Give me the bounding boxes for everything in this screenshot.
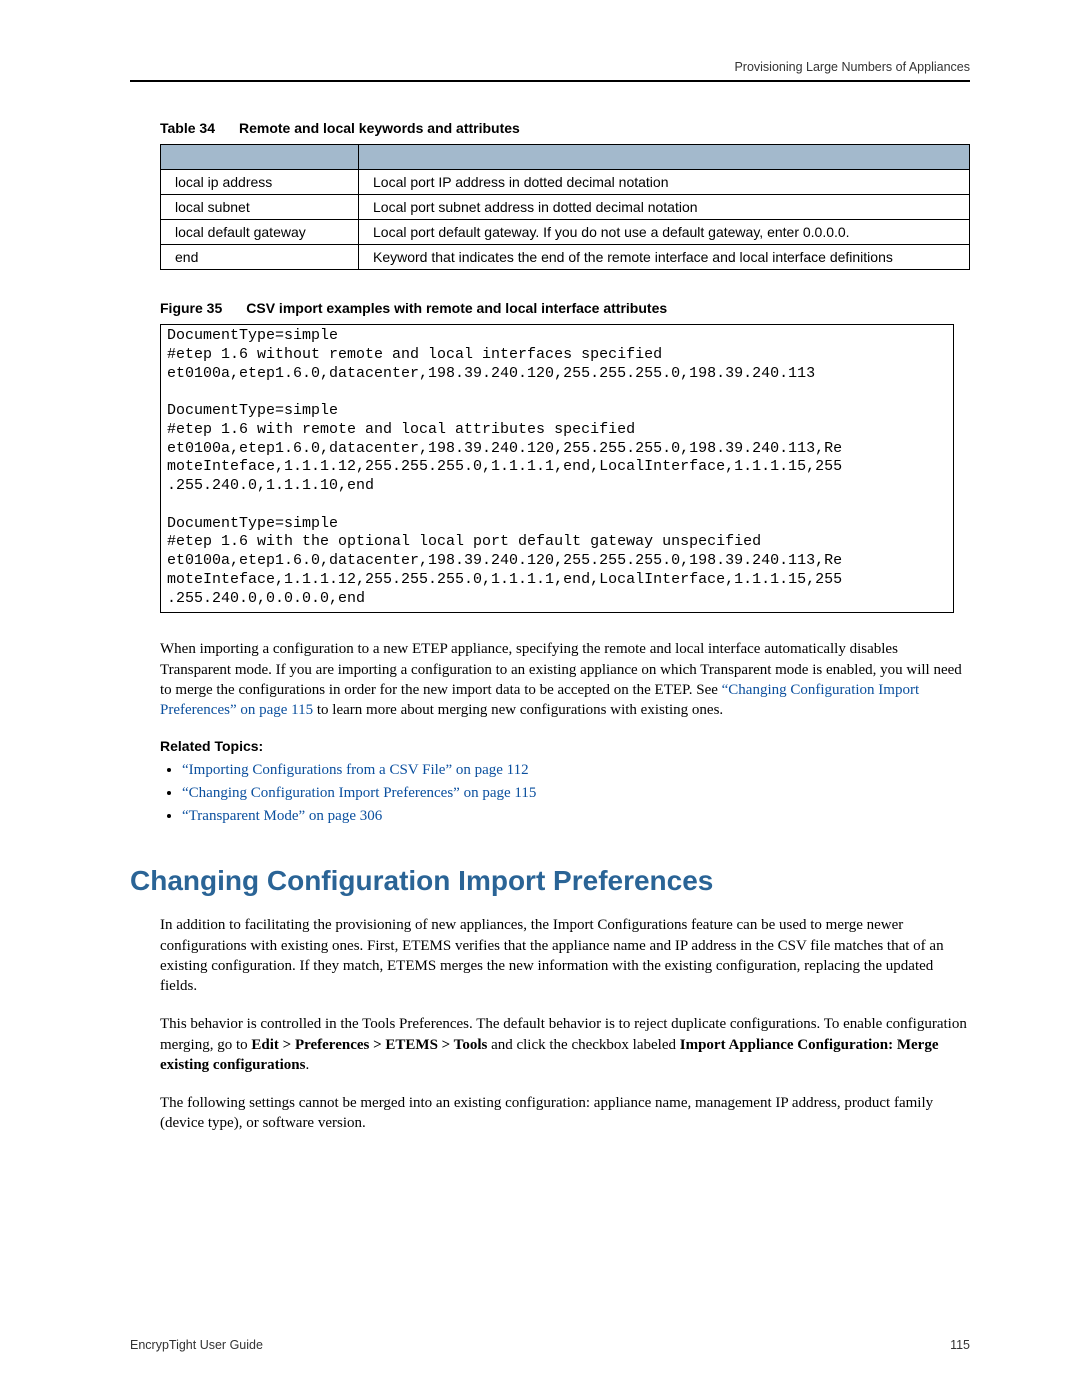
table-row: local subnet Local port subnet address i…	[161, 195, 970, 220]
paragraph: The following settings cannot be merged …	[160, 1093, 970, 1134]
text: and click the checkbox labeled	[487, 1037, 679, 1053]
keywords-table: local ip address Local port IP address i…	[160, 144, 970, 270]
table-row: end Keyword that indicates the end of th…	[161, 245, 970, 270]
related-topics-heading: Related Topics:	[160, 738, 970, 754]
paragraph: In addition to facilitating the provisio…	[160, 915, 970, 996]
cross-reference-link[interactable]: “Changing Configuration Import Preferenc…	[182, 785, 536, 801]
table-caption: Table 34 Remote and local keywords and at…	[160, 120, 970, 136]
keyword-cell: local subnet	[161, 195, 359, 220]
description-cell: Local port subnet address in dotted deci…	[359, 195, 970, 220]
keyword-cell: end	[161, 245, 359, 270]
page-number: 115	[950, 1338, 970, 1352]
paragraph: When importing a configuration to a new …	[160, 639, 970, 720]
table-header-cell	[161, 145, 359, 170]
table-title: Remote and local keywords and attributes	[239, 120, 520, 136]
cross-reference-link[interactable]: “Importing Configurations from a CSV Fil…	[182, 762, 529, 778]
table-row: local ip address Local port IP address i…	[161, 170, 970, 195]
table-header-cell	[359, 145, 970, 170]
paragraph: This behavior is controlled in the Tools…	[160, 1014, 970, 1075]
running-header: Provisioning Large Numbers of Appliances	[130, 60, 970, 82]
table-number: Table 34	[160, 120, 215, 136]
cross-reference-link[interactable]: “Transparent Mode” on page 306	[182, 808, 382, 824]
keyword-cell: local default gateway	[161, 220, 359, 245]
csv-example-box: DocumentType=simple #etep 1.6 without re…	[160, 324, 954, 613]
page: Provisioning Large Numbers of Appliances…	[0, 0, 1080, 1397]
description-cell: Local port IP address in dotted decimal …	[359, 170, 970, 195]
description-cell: Keyword that indicates the end of the re…	[359, 245, 970, 270]
footer-left: EncrypTight User Guide	[130, 1338, 263, 1352]
list-item: “Importing Configurations from a CSV Fil…	[182, 762, 970, 779]
section-heading: Changing Configuration Import Preference…	[130, 865, 970, 897]
menu-path: Edit > Preferences > ETEMS > Tools	[251, 1037, 487, 1053]
keyword-cell: local ip address	[161, 170, 359, 195]
page-footer: EncrypTight User Guide 115	[130, 1338, 970, 1352]
text: .	[305, 1057, 309, 1073]
figure-number: Figure 35	[160, 300, 222, 316]
figure-caption: Figure 35 CSV import examples with remote…	[160, 300, 970, 316]
figure-title: CSV import examples with remote and loca…	[246, 300, 667, 316]
text: to learn more about merging new configur…	[313, 702, 723, 718]
table-row: local default gateway Local port default…	[161, 220, 970, 245]
table-header-row	[161, 145, 970, 170]
list-item: “Changing Configuration Import Preferenc…	[182, 785, 970, 802]
list-item: “Transparent Mode” on page 306	[182, 808, 970, 825]
description-cell: Local port default gateway. If you do no…	[359, 220, 970, 245]
related-topics-list: “Importing Configurations from a CSV Fil…	[160, 762, 970, 825]
